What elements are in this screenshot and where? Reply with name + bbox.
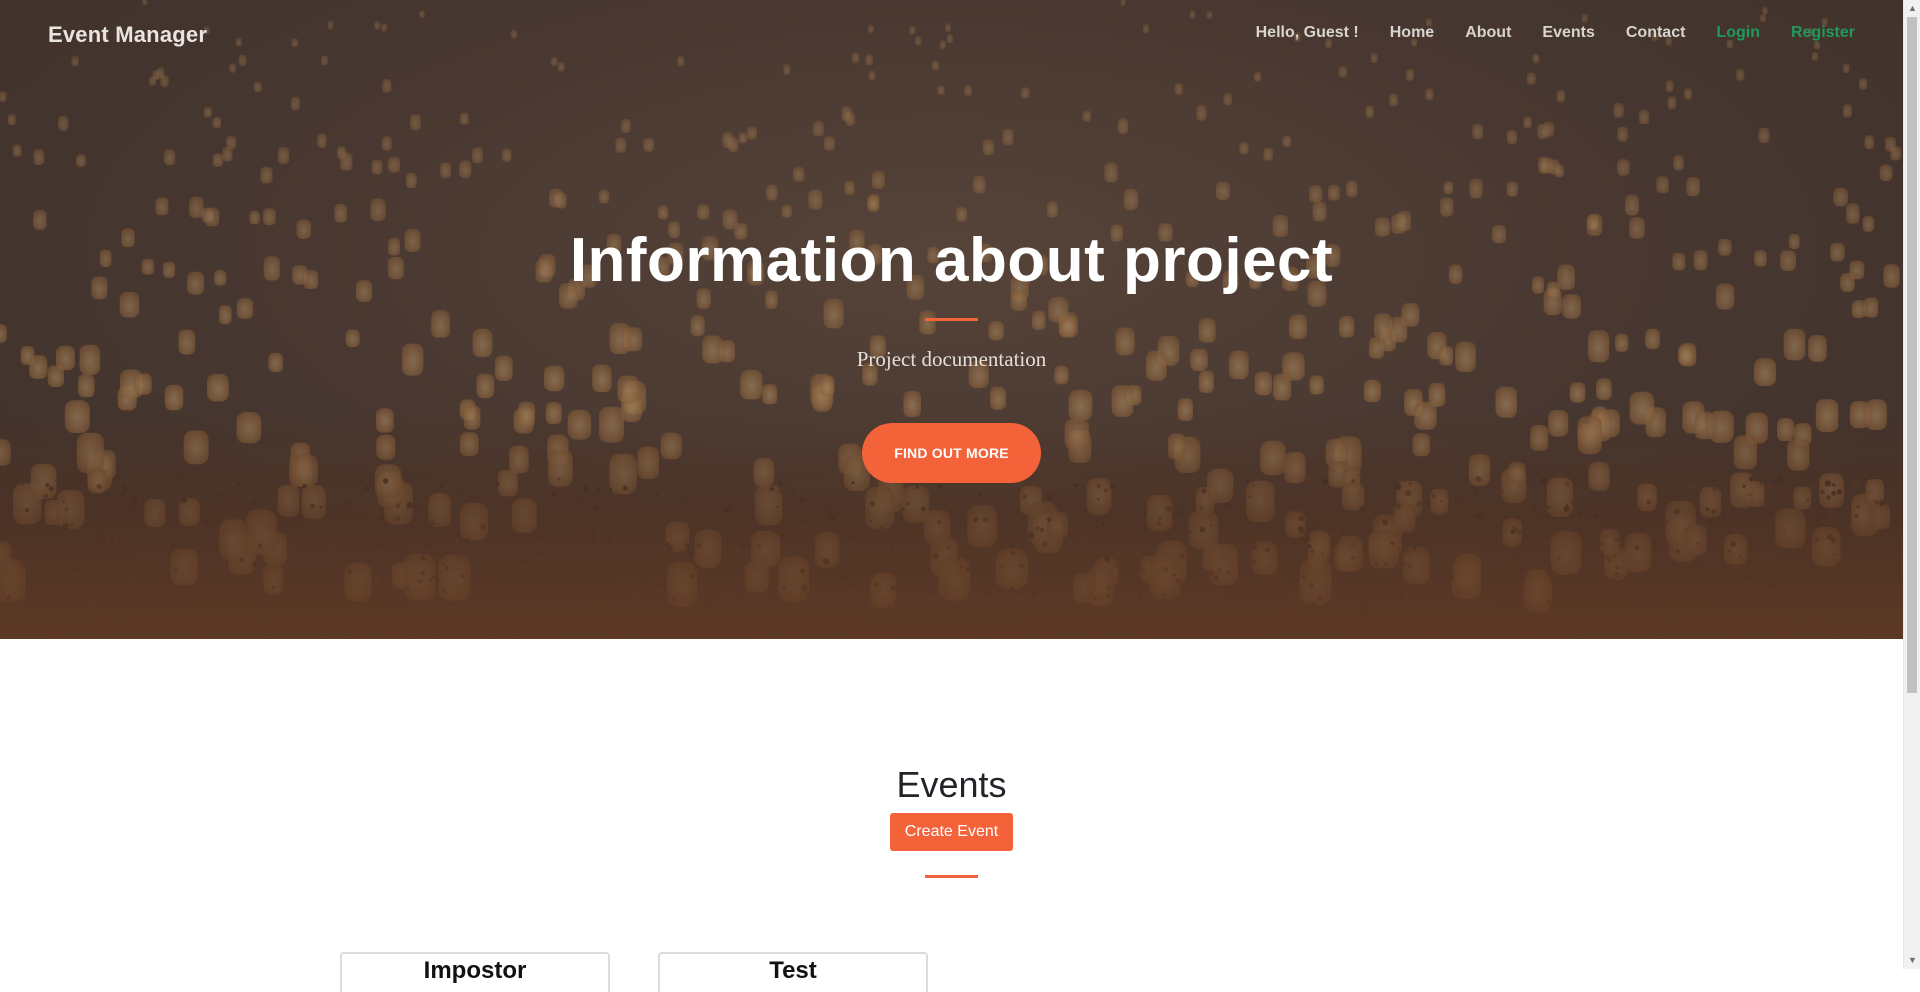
nav-link-login[interactable]: Login (1716, 24, 1760, 42)
event-card[interactable]: Impostor (340, 952, 610, 992)
hero-title: Information about project (569, 226, 1334, 295)
top-navbar: Event Manager Hello, Guest ! Home About … (0, 0, 1903, 70)
events-divider (925, 875, 978, 878)
nav-link-events[interactable]: Events (1542, 24, 1594, 42)
event-card-title: Test (769, 957, 817, 984)
nav-link-register[interactable]: Register (1791, 24, 1855, 42)
triangle-up-icon[interactable]: ▲ (1904, 0, 1920, 17)
events-section: Events Create Event Impostor Test (0, 639, 1903, 992)
hero-subtitle: Project documentation (856, 347, 1047, 371)
greeting-text: Hello, Guest ! (1255, 24, 1359, 41)
hero-divider (925, 318, 978, 321)
nav-link-contact[interactable]: Contact (1626, 24, 1686, 42)
event-card-title: Impostor (423, 957, 527, 984)
nav-link-about[interactable]: About (1465, 24, 1511, 42)
create-event-button[interactable]: Create Event (890, 813, 1013, 851)
page-scrollbar[interactable]: ▲ ▼ (1903, 0, 1920, 969)
brand-logo-link[interactable]: Event Manager (48, 22, 207, 48)
hero-section: Event Manager Hello, Guest ! Home About … (0, 0, 1903, 639)
nav-links: Hello, Guest ! Home About Events Contact… (1256, 24, 1855, 42)
nav-link-home[interactable]: Home (1390, 24, 1434, 42)
triangle-down-icon[interactable]: ▼ (1904, 952, 1920, 969)
event-card[interactable]: Test (658, 952, 928, 992)
events-heading: Events (896, 764, 1007, 805)
scrollbar-thumb[interactable] (1907, 17, 1917, 693)
find-out-more-button[interactable]: FIND OUT MORE (862, 423, 1041, 483)
